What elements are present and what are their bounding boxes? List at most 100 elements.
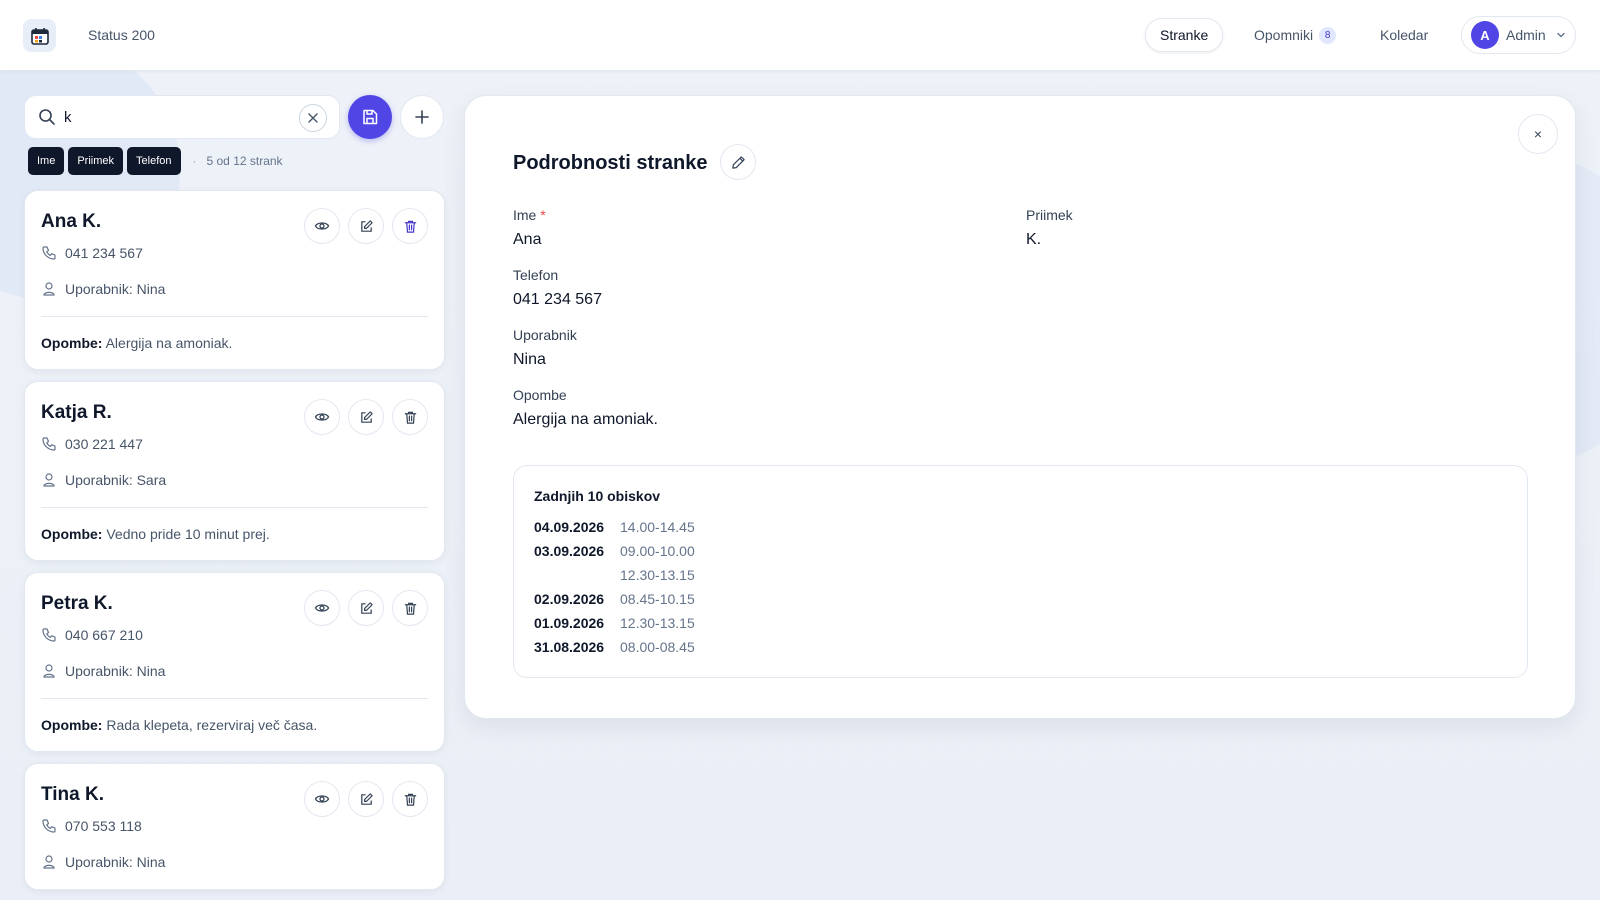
save-button[interactable] [348, 95, 392, 139]
delete-button[interactable] [392, 590, 428, 626]
close-icon [308, 113, 318, 123]
divider [41, 507, 428, 508]
divider [41, 698, 428, 699]
field-value-telefon: 041 234 567 [513, 291, 602, 308]
delete-button[interactable] [392, 781, 428, 817]
visit-date: 31.08.2026 [534, 639, 605, 655]
client-phone: 040 667 210 [65, 627, 143, 643]
field-value-ime: Ana [513, 231, 542, 248]
client-phone: 041 234 567 [65, 245, 143, 261]
notes-text: Rada klepeta, rezerviraj več časa. [106, 717, 318, 733]
client-card[interactable]: Tina K. 070 553 118 Uporabnik: Nina [24, 763, 445, 890]
visit-row: 02.09.2026 08.45-10.15 [534, 587, 695, 611]
trash-icon [404, 411, 416, 424]
close-panel-button[interactable]: × [1518, 114, 1558, 154]
visit-date: 01.09.2026 [534, 615, 605, 631]
delete-button[interactable] [392, 399, 428, 435]
edit-icon [360, 410, 373, 423]
view-button[interactable] [304, 590, 340, 626]
phone-icon [42, 437, 56, 451]
edit-button[interactable] [348, 208, 384, 244]
nav-label: Opomniki [1254, 27, 1314, 43]
reminders-count-badge: 8 [1319, 26, 1337, 44]
filter-chip-priimek[interactable]: Priimek [68, 147, 124, 175]
edit-icon [360, 219, 373, 232]
phone-row: 041 234 567 [41, 245, 143, 261]
edit-client-button[interactable] [720, 144, 756, 180]
nav-opomniki[interactable]: Opomniki 8 [1240, 18, 1350, 52]
phone-row: 040 667 210 [41, 627, 143, 643]
visit-time: 08.00-08.45 [620, 639, 695, 655]
notes-text: Vedno pride 10 minut prej. [106, 526, 270, 542]
field-label-opombe: Opombe [513, 387, 567, 403]
user-icon [43, 855, 55, 869]
client-phone: 070 553 118 [65, 818, 142, 834]
client-card[interactable]: Katja R. 030 221 447 Uporabnik: Sara Opo… [24, 381, 445, 561]
view-button[interactable] [304, 399, 340, 435]
pencil-icon [731, 155, 745, 169]
eye-icon [314, 604, 330, 612]
clear-search-button[interactable] [299, 104, 327, 132]
phone-icon [42, 819, 56, 833]
filter-chip-telefon[interactable]: Telefon [127, 147, 181, 175]
view-button[interactable] [304, 208, 340, 244]
visit-time: 14.00-14.45 [620, 519, 695, 535]
client-user: Uporabnik: Nina [65, 663, 166, 679]
view-button[interactable] [304, 781, 340, 817]
nav-label: Koledar [1380, 27, 1429, 43]
phone-row: 030 221 447 [41, 436, 143, 452]
user-row: Uporabnik: Nina [41, 663, 165, 679]
user-row: Uporabnik: Nina [41, 281, 165, 297]
top-bar: Status 200 Stranke Opomniki 8 Koledar A … [0, 0, 1600, 71]
client-card[interactable]: Petra K. 040 667 210 Uporabnik: Nina Opo… [24, 572, 445, 752]
client-user: Uporabnik: Nina [65, 281, 166, 297]
client-user: Uporabnik: Sara [65, 472, 167, 488]
visit-time: 12.30-13.15 [620, 567, 695, 583]
visit-time: 08.45-10.15 [620, 591, 695, 607]
client-user: Uporabnik: Nina [65, 854, 166, 870]
eye-icon [314, 413, 330, 421]
client-name: Katja R. [41, 402, 112, 423]
edit-button[interactable] [348, 781, 384, 817]
edit-icon [360, 792, 373, 805]
nav-koledar[interactable]: Koledar [1366, 18, 1442, 52]
search-box [24, 95, 340, 139]
nav-stranke[interactable]: Stranke [1145, 18, 1224, 52]
status-text: Status 200 [88, 27, 155, 43]
client-name: Ana K. [41, 211, 102, 232]
filter-chip-ime[interactable]: Ime [28, 147, 65, 175]
required-marker: * [540, 207, 546, 223]
search-input[interactable] [64, 108, 284, 126]
visit-row: 31.08.2026 08.00-08.45 [534, 635, 695, 659]
delete-button[interactable] [392, 208, 428, 244]
user-icon [43, 664, 55, 678]
trash-icon [404, 602, 416, 615]
visit-row: 12.30-13.15 [534, 563, 695, 587]
visit-date: 03.09.2026 [534, 543, 605, 559]
client-card[interactable]: Ana K. 041 234 567 Uporabnik: Nina Opomb… [24, 190, 445, 370]
separator-dot: · [192, 154, 197, 168]
edit-button[interactable] [348, 590, 384, 626]
field-value-uporabnik: Nina [513, 351, 546, 368]
user-icon [43, 473, 55, 487]
search-icon [39, 109, 55, 125]
add-client-button[interactable] [400, 95, 444, 139]
edit-button[interactable] [348, 399, 384, 435]
chevron-down-icon [1556, 32, 1565, 38]
visit-row: 03.09.2026 09.00-10.00 [534, 539, 695, 563]
field-label-telefon: Telefon [513, 267, 559, 283]
user-name: Admin [1506, 27, 1546, 43]
avatar: A [1471, 21, 1499, 49]
visit-time: 09.00-10.00 [620, 543, 695, 559]
field-value-opombe: Alergija na amoniak. [513, 411, 658, 428]
calendar-logo-icon[interactable] [23, 19, 56, 52]
visit-date: 02.09.2026 [534, 591, 605, 607]
client-phone: 030 221 447 [65, 436, 143, 452]
save-icon [363, 109, 378, 125]
user-menu-button[interactable]: A Admin [1461, 16, 1576, 54]
notes-label: Opombe: [41, 717, 103, 733]
field-label-uporabnik: Uporabnik [513, 327, 577, 343]
divider [41, 316, 428, 317]
user-icon [43, 282, 55, 296]
notes-text: Alergija na amoniak. [105, 335, 233, 351]
